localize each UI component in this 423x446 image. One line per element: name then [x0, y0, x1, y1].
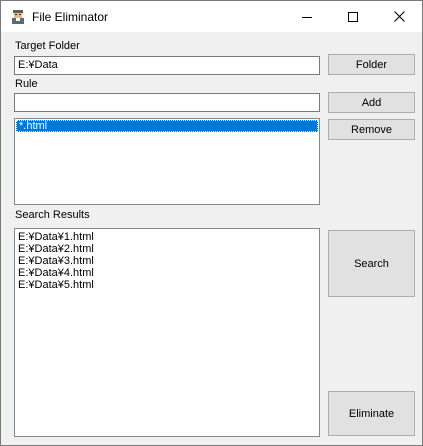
- result-item[interactable]: E:¥Data¥5.html: [15, 279, 319, 291]
- search-button[interactable]: Search: [328, 230, 415, 297]
- main-window: File Eliminator Target Folder E:¥Data Fo…: [0, 0, 423, 446]
- rule-label: Rule: [15, 78, 38, 90]
- maximize-icon: [348, 11, 358, 22]
- eliminate-button[interactable]: Eliminate: [328, 391, 415, 436]
- result-item[interactable]: E:¥Data¥3.html: [15, 255, 319, 267]
- rule-list-item[interactable]: *.html: [16, 120, 318, 132]
- result-item[interactable]: E:¥Data¥4.html: [15, 267, 319, 279]
- folder-button[interactable]: Folder: [328, 54, 415, 75]
- target-folder-input[interactable]: E:¥Data: [14, 56, 320, 75]
- target-folder-label: Target Folder: [15, 40, 80, 52]
- close-button[interactable]: [376, 1, 422, 32]
- minimize-icon: [302, 12, 312, 22]
- rule-listbox[interactable]: *.html: [14, 118, 320, 205]
- app-icon: [10, 9, 26, 25]
- window-title: File Eliminator: [32, 10, 109, 24]
- search-results-listbox[interactable]: E:¥Data¥1.html E:¥Data¥2.html E:¥Data¥3.…: [14, 228, 320, 437]
- close-icon: [393, 11, 405, 22]
- title-bar[interactable]: File Eliminator: [1, 1, 422, 32]
- rule-input[interactable]: [14, 93, 320, 112]
- search-results-label: Search Results: [15, 209, 90, 221]
- result-item[interactable]: E:¥Data¥1.html: [15, 231, 319, 243]
- maximize-button[interactable]: [330, 1, 376, 32]
- remove-button[interactable]: Remove: [328, 119, 415, 140]
- result-item[interactable]: E:¥Data¥2.html: [15, 243, 319, 255]
- add-button[interactable]: Add: [328, 92, 415, 113]
- minimize-button[interactable]: [284, 1, 330, 32]
